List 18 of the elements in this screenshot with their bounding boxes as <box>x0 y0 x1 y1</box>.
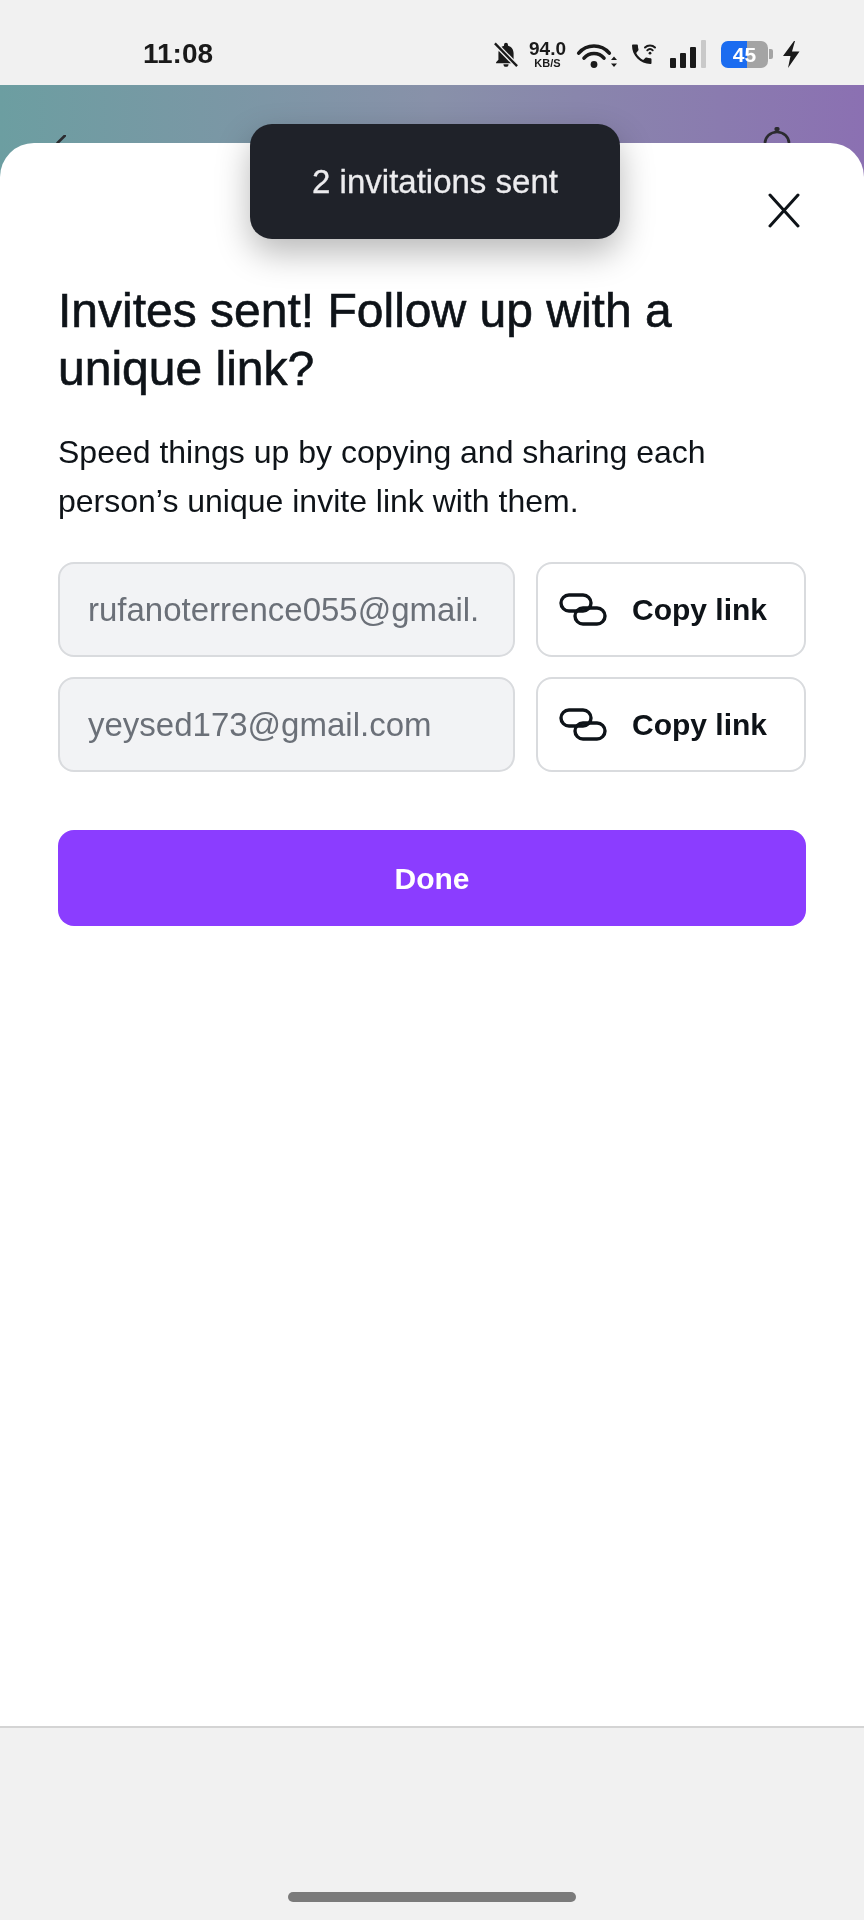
signal-icon <box>670 40 707 68</box>
toast-notification: 2 invitations sent <box>250 124 620 239</box>
network-speed: 94.0 <box>529 39 566 57</box>
email-field[interactable]: yeysed173@gmail.com <box>58 677 515 772</box>
charging-bolt-icon <box>782 40 800 68</box>
copy-link-button[interactable]: Copy link <box>536 677 806 772</box>
bell-off-icon <box>492 39 520 69</box>
link-icon <box>559 593 607 626</box>
link-icon <box>559 708 607 741</box>
close-icon[interactable] <box>768 193 800 228</box>
email-field[interactable]: rufanoterrence055@gmail. <box>58 562 515 657</box>
network-speed-unit: KB/S <box>534 56 561 69</box>
status-time: 11:08 <box>143 40 214 68</box>
done-button[interactable]: Done <box>58 830 806 926</box>
dialog-title: Invites sent! Follow up with a unique link? <box>58 283 673 397</box>
copy-link-button[interactable]: Copy link <box>536 562 806 657</box>
timer-icon[interactable] <box>763 127 791 143</box>
dialog-description: Speed things up by copying and sharing each person’s unique invite link with them. <box>58 433 707 521</box>
